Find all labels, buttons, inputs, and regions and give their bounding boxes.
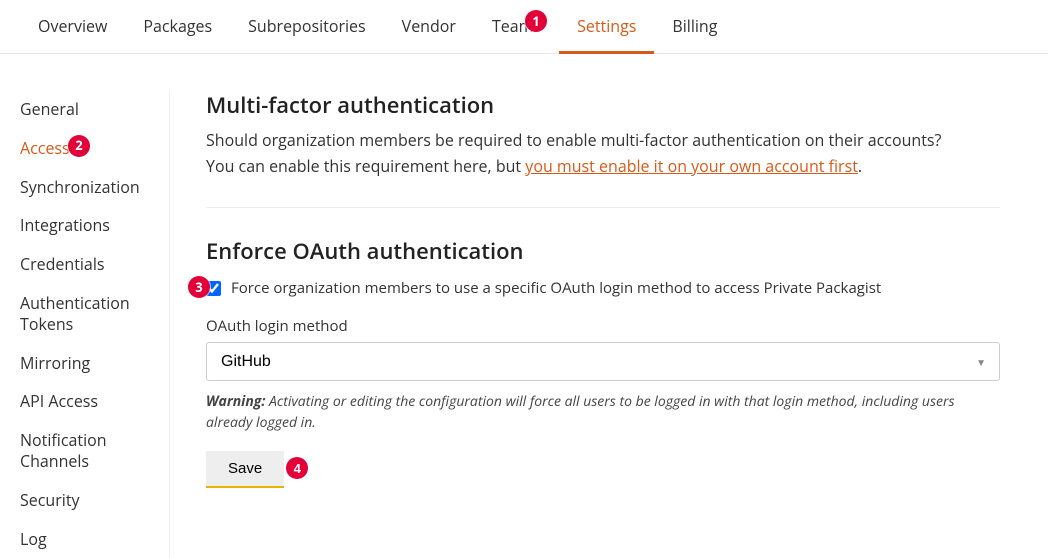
content-area: Multi-factor authentication Should organ…	[170, 90, 1010, 558]
mfa-heading: Multi-factor authentication	[206, 90, 1000, 120]
sidebar-item-security[interactable]: Security	[20, 481, 169, 520]
mfa-description: Should organization members be required …	[206, 128, 1000, 179]
save-button-label: Save	[228, 460, 262, 477]
tab-subrepositories[interactable]: Subrepositories	[230, 0, 384, 53]
oauth-method-select-wrap: GitHub	[206, 342, 1000, 381]
sidebar-item-mirroring[interactable]: Mirroring	[20, 344, 169, 383]
top-navigation: Overview Packages Subrepositories Vendor…	[0, 0, 1048, 54]
mfa-desc-line1: Should organization members be required …	[206, 129, 941, 151]
sidebar-item-access[interactable]: Access 2	[20, 129, 169, 168]
tab-teams[interactable]: Teams	[474, 0, 559, 53]
warning-text: Activating or editing the configuration …	[206, 392, 955, 432]
sidebar-item-synchronization[interactable]: Synchronization	[20, 168, 169, 207]
sidebar-item-general[interactable]: General	[20, 90, 169, 129]
callout-1: 1	[525, 10, 547, 32]
settings-sidebar: General Access 2 Synchronization Integra…	[0, 90, 170, 558]
oauth-heading: Enforce OAuth authentication	[206, 236, 1000, 266]
oauth-method-label: OAuth login method	[206, 316, 1000, 336]
main-layout: General Access 2 Synchronization Integra…	[0, 54, 1048, 558]
sidebar-item-credentials[interactable]: Credentials	[20, 245, 169, 284]
sidebar-item-notification-channels[interactable]: Notification Channels	[20, 421, 169, 481]
mfa-enable-own-account-link[interactable]: you must enable it on your own account f…	[525, 155, 858, 177]
tab-overview[interactable]: Overview	[20, 0, 125, 53]
sidebar-item-auth-tokens[interactable]: Authentication Tokens	[20, 284, 169, 344]
force-oauth-label: Force organization members to use a spec…	[231, 278, 881, 298]
callout-2: 2	[68, 135, 90, 157]
tab-vendor[interactable]: Vendor	[384, 0, 474, 53]
sidebar-item-integrations[interactable]: Integrations	[20, 206, 169, 245]
tab-packages[interactable]: Packages	[125, 0, 230, 53]
tab-settings[interactable]: Settings	[559, 0, 654, 54]
sidebar-item-log[interactable]: Log	[20, 520, 169, 558]
callout-4: 4	[286, 457, 308, 479]
force-oauth-row: 3 Force organization members to use a sp…	[206, 278, 1000, 298]
save-button[interactable]: Save 4	[206, 451, 284, 488]
tab-billing[interactable]: Billing	[654, 0, 735, 53]
sidebar-item-label: Access	[20, 137, 70, 159]
warning-label: Warning:	[206, 392, 265, 411]
sidebar-item-api-access[interactable]: API Access	[20, 382, 169, 421]
oauth-warning: Warning: Activating or editing the confi…	[206, 391, 1000, 433]
mfa-desc-line2-suffix: .	[858, 155, 862, 177]
section-divider	[206, 207, 1000, 208]
mfa-desc-line2-prefix: You can enable this requirement here, bu…	[206, 155, 525, 177]
oauth-method-select[interactable]: GitHub	[206, 342, 1000, 381]
